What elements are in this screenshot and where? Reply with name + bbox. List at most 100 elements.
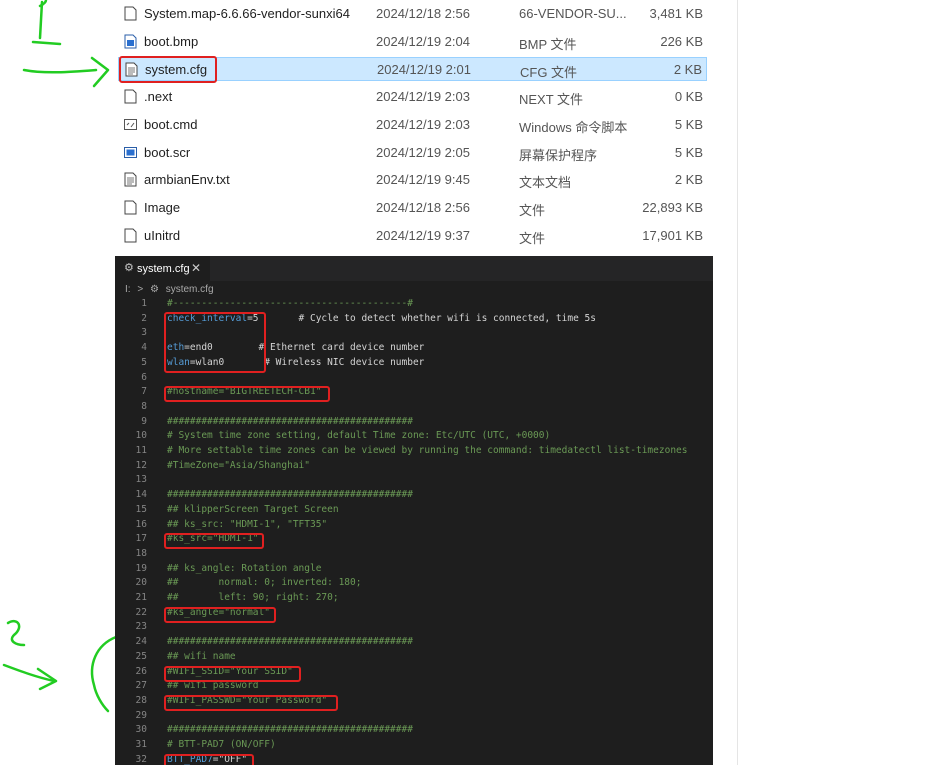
line-content: ## klipperScreen Target Screen <box>167 504 339 515</box>
text-file-icon <box>124 172 137 187</box>
close-icon[interactable]: ✕ <box>191 261 201 275</box>
tab-label: system.cfg <box>137 263 190 275</box>
line-number: 4 <box>141 342 147 354</box>
file-size: 17,901 KB <box>642 228 703 243</box>
screensaver-file-icon <box>124 145 137 160</box>
tab-system-cfg[interactable]: ⚙ system.cfg ✕ <box>115 256 210 281</box>
file-name: Image <box>144 200 181 215</box>
highlight-wifi-ssid <box>164 666 301 682</box>
code-line[interactable]: 10 # System time zone setting, default Ti… <box>115 429 713 443</box>
breadcrumb-drive[interactable]: I: <box>125 284 131 295</box>
code-line[interactable]: 21 ## left: 90; right: 270; <box>115 591 713 605</box>
code-line[interactable]: 20 ## normal: 0; inverted: 180; <box>115 576 713 590</box>
gear-icon: ⚙ <box>124 262 134 274</box>
file-row[interactable]: boot.cmd 2024/12/19 2:03 Windows 命令脚本 5 KB <box>118 113 707 137</box>
file-size: 226 KB <box>660 34 703 49</box>
file-name: armbianEnv.txt <box>144 172 230 187</box>
code-comment: ########################################… <box>167 724 413 736</box>
file-type: 文本文档 <box>519 175 572 190</box>
code-comment: #---------------------------------------… <box>167 298 413 309</box>
code-line[interactable]: 19 ## ks_angle: Rotation angle <box>115 562 713 576</box>
line-number: 5 <box>141 356 147 368</box>
blank-file-icon <box>124 228 137 243</box>
pane-divider <box>737 0 738 765</box>
code-line[interactable]: 31 # BTT-PAD7 (ON/OFF) <box>115 738 713 752</box>
file-date: 2024/12/19 2:04 <box>376 34 470 49</box>
line-number: 9 <box>141 415 147 427</box>
line-number: 18 <box>135 547 147 559</box>
line-content: # BTT-PAD7 (ON/OFF) <box>167 739 276 750</box>
code-line[interactable]: 16 ## ks_src: "HDMI-1", "TFT35" <box>115 518 713 532</box>
line-number: 6 <box>141 371 147 383</box>
file-date: 2024/12/19 2:03 <box>376 117 470 132</box>
file-type: 66-VENDOR-SU... <box>519 6 627 21</box>
file-row[interactable]: Image 2024/12/18 2:56 文件 22,893 KB <box>118 196 707 220</box>
file-name: boot.bmp <box>144 34 199 49</box>
file-row[interactable]: boot.bmp 2024/12/19 2:04 BMP 文件 226 KB <box>118 30 707 54</box>
file-size: 5 KB <box>674 117 703 132</box>
line-number: 31 <box>135 739 147 750</box>
line-number: 15 <box>135 503 147 515</box>
code-line[interactable]: 1 #--------------------------------------… <box>115 297 713 311</box>
line-content: ## wifi name <box>167 651 236 662</box>
file-row[interactable]: uInitrd 2024/12/19 9:37 文件 17,901 KB <box>118 224 707 248</box>
file-name: boot.cmd <box>144 117 198 132</box>
line-content: ## ks_angle: Rotation angle <box>167 563 321 574</box>
file-size: 0 KB <box>674 89 703 104</box>
code-comment: ## klipperScreen Target Screen <box>167 503 339 515</box>
file-row[interactable]: System.map-6.6.66-vendor-sunxi64 2024/12/… <box>118 2 707 26</box>
code-comment: # BTT-PAD7 (ON/OFF) <box>167 739 276 750</box>
file-name: boot.scr <box>144 145 191 160</box>
code-comment: # More settable time zones can be viewed… <box>167 445 688 456</box>
code-line[interactable]: 15 ## klipperScreen Target Screen <box>115 503 713 517</box>
code-line[interactable]: 24 ######################################… <box>115 635 713 649</box>
line-number: 25 <box>135 650 147 662</box>
highlight-hostname <box>164 386 330 402</box>
line-number: 10 <box>135 430 147 442</box>
line-number: 20 <box>135 577 147 589</box>
file-type: Windows 命令脚本 <box>519 120 628 135</box>
code-line[interactable]: 9 #######################################… <box>115 415 713 429</box>
file-date: 2024/12/19 2:01 <box>377 62 471 77</box>
blank-file-icon <box>124 200 137 215</box>
code-line[interactable]: 12 #TimeZone="Asia/Shanghai" <box>115 459 713 473</box>
annotation-step-2 <box>2 619 118 713</box>
line-number: 8 <box>141 400 147 412</box>
highlight-btt-pad7 <box>164 754 254 765</box>
code-comment: ## ks_src: "HDMI-1", "TFT35" <box>167 518 328 530</box>
file-size: 2 KB <box>674 172 703 187</box>
line-number: 11 <box>135 445 147 456</box>
line-content: # System time zone setting, default Time… <box>167 430 550 441</box>
image-file-icon <box>124 34 137 49</box>
file-size: 5 KB <box>674 145 703 160</box>
line-number: 29 <box>135 709 147 721</box>
code-line[interactable]: 25 ## wifi name <box>115 650 713 664</box>
line-number: 2 <box>141 312 147 324</box>
line-number: 12 <box>135 459 147 471</box>
code-comment: ########################################… <box>167 489 413 501</box>
gear-icon: ⚙ <box>149 284 159 295</box>
code-comment: ########################################… <box>167 636 413 648</box>
code-comment: ## wifi name <box>167 650 236 662</box>
code-line[interactable]: 13 <box>115 473 713 487</box>
line-number: 22 <box>135 606 147 618</box>
line-number: 7 <box>141 386 147 398</box>
code-line[interactable]: 14 ######################################… <box>115 488 713 502</box>
line-number: 1 <box>141 298 147 309</box>
file-type: CFG 文件 <box>520 65 578 80</box>
file-type: BMP 文件 <box>519 37 577 52</box>
line-number: 19 <box>135 562 147 574</box>
file-row[interactable]: .next 2024/12/19 2:03 NEXT 文件 0 KB <box>118 85 707 109</box>
file-row[interactable]: armbianEnv.txt 2024/12/19 9:45 文本文档 2 KB <box>118 168 707 192</box>
breadcrumb-file[interactable]: system.cfg <box>166 284 214 295</box>
line-number: 28 <box>135 694 147 706</box>
code-line[interactable]: 11 # More settable time zones can be view… <box>115 444 713 458</box>
file-row[interactable]: boot.scr 2024/12/19 2:05 屏幕保护程序 5 KB <box>118 141 707 165</box>
file-size: 22,893 KB <box>642 200 703 215</box>
code-comment: ## left: 90; right: 270; <box>167 592 339 603</box>
line-number: 24 <box>135 636 147 648</box>
line-number: 13 <box>135 474 147 486</box>
tab-bar: ⚙ system.cfg ✕ <box>115 256 713 281</box>
highlight-ks-src <box>164 533 264 549</box>
code-line[interactable]: 30 ######################################… <box>115 723 713 737</box>
